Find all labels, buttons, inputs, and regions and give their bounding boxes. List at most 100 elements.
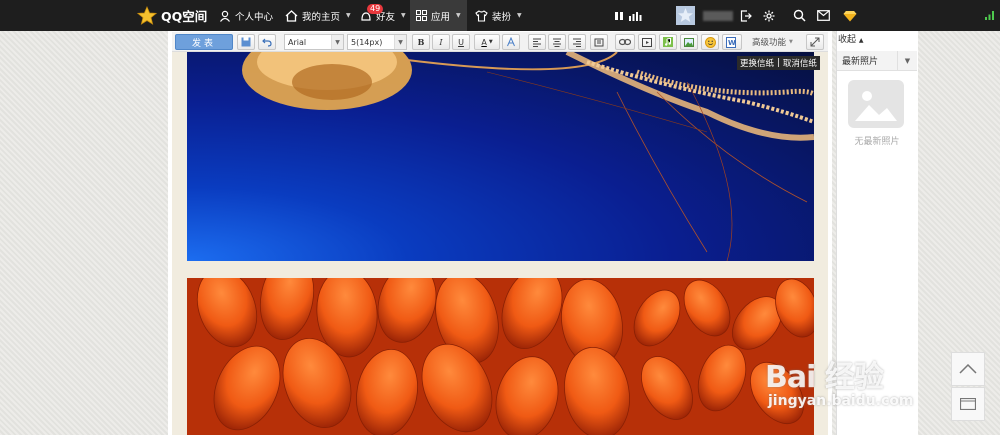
save-draft-button[interactable] bbox=[237, 34, 255, 50]
baidu-jingyan-watermark: Bai 经验 bbox=[765, 360, 884, 395]
font-family-value: Arial bbox=[288, 37, 307, 47]
chevron-up-icon bbox=[959, 364, 977, 374]
chevron-down-icon: ▼ bbox=[456, 12, 461, 19]
chevron-down-icon: ▼ bbox=[346, 12, 351, 19]
image-icon bbox=[684, 37, 694, 47]
home-icon bbox=[285, 9, 298, 22]
chevron-down-icon: ▼ bbox=[789, 39, 793, 45]
nav-label: 个人中心 bbox=[235, 11, 274, 23]
nav-apps[interactable]: 应用 ▼ bbox=[410, 0, 467, 31]
feedback-button[interactable] bbox=[951, 387, 985, 421]
font-color-button[interactable]: A ▼ bbox=[474, 34, 500, 50]
insert-image-button[interactable] bbox=[680, 34, 698, 50]
advanced-label: 高级功能 bbox=[752, 38, 787, 48]
caret-up-icon: ▲ bbox=[858, 37, 864, 44]
align-right-button[interactable] bbox=[568, 34, 586, 50]
music-note-icon bbox=[663, 37, 673, 47]
pause-icon bbox=[615, 11, 623, 20]
list-icon bbox=[594, 38, 604, 46]
align-left-button[interactable] bbox=[528, 34, 546, 50]
logo-text: QQ空间 bbox=[161, 9, 208, 24]
nav-decorate[interactable]: 装扮 ▼ bbox=[475, 0, 522, 31]
font-size-value: 5(14px) bbox=[351, 37, 383, 47]
text-effect-button[interactable] bbox=[502, 34, 520, 50]
photo-placeholder-icon bbox=[847, 79, 905, 129]
nav-personal-center[interactable]: 个人中心 bbox=[219, 0, 273, 31]
music-player[interactable] bbox=[614, 0, 642, 31]
window-icon bbox=[960, 398, 976, 410]
collapse-label: 收起 bbox=[838, 35, 857, 45]
chevron-down-icon: ▼ bbox=[897, 51, 917, 71]
advanced-features-dropdown[interactable]: 高级功能 ▼ bbox=[752, 34, 793, 50]
underline-button[interactable]: U bbox=[452, 34, 470, 50]
signal-strength-icon bbox=[985, 0, 994, 31]
video-icon bbox=[642, 37, 652, 47]
undo-icon bbox=[262, 38, 272, 47]
mail-icon bbox=[817, 10, 830, 21]
bold-button[interactable]: B bbox=[412, 34, 430, 50]
search-button[interactable] bbox=[793, 0, 806, 31]
post-button[interactable]: 发表 bbox=[175, 34, 233, 50]
fullscreen-button[interactable] bbox=[806, 34, 824, 50]
change-paper-link[interactable]: 更换信纸 bbox=[740, 57, 774, 69]
yellow-diamond-icon bbox=[843, 10, 857, 21]
insert-video-button[interactable] bbox=[638, 34, 656, 50]
font-family-select[interactable]: Arial ▼ bbox=[284, 34, 344, 50]
align-left-icon bbox=[533, 38, 541, 47]
insert-link-button[interactable] bbox=[615, 34, 635, 50]
font-color-label: A bbox=[481, 37, 487, 47]
svg-text:W: W bbox=[728, 39, 736, 47]
equalizer-icon bbox=[629, 11, 642, 21]
chevron-down-icon: ▼ bbox=[517, 12, 522, 19]
star-logo-icon bbox=[137, 5, 157, 25]
chevron-down-icon: ▼ bbox=[401, 12, 406, 19]
cancel-paper-link[interactable]: 取消信纸 bbox=[783, 57, 817, 69]
top-navigation-bar: QQ空间 个人中心 我的主页 ▼ 好友 ▼ 49 应用 ▼ 装扮 ▼ bbox=[0, 0, 1000, 31]
username-blurred bbox=[703, 0, 733, 31]
vip-button[interactable] bbox=[843, 0, 857, 31]
link-icon bbox=[619, 38, 631, 46]
nav-label: 应用 bbox=[431, 11, 451, 23]
nav-my-homepage[interactable]: 我的主页 ▼ bbox=[285, 0, 351, 31]
smiley-icon bbox=[704, 36, 716, 48]
nav-friends[interactable]: 好友 ▼ bbox=[360, 0, 406, 31]
italic-button[interactable]: I bbox=[432, 34, 450, 50]
back-to-top-button[interactable] bbox=[951, 352, 985, 386]
align-center-button[interactable] bbox=[548, 34, 566, 50]
jellyfish-image bbox=[187, 52, 814, 261]
font-size-select[interactable]: 5(14px) ▼ bbox=[347, 34, 407, 50]
qzone-logo[interactable]: QQ空间 bbox=[137, 0, 207, 31]
chevron-down-icon: ▼ bbox=[488, 39, 493, 45]
word-doc-icon: W bbox=[726, 36, 736, 48]
undo-button[interactable] bbox=[258, 34, 276, 50]
apps-grid-icon bbox=[416, 10, 427, 21]
collapse-button[interactable]: 收起 ▲ bbox=[838, 32, 864, 45]
search-icon bbox=[793, 9, 806, 22]
user-icon bbox=[220, 10, 230, 22]
gear-icon bbox=[763, 10, 775, 21]
nav-label: 装扮 bbox=[492, 11, 512, 23]
no-photos-label: 无最新照片 bbox=[854, 137, 900, 147]
align-center-icon bbox=[553, 38, 561, 47]
avatar-star-icon bbox=[676, 6, 695, 25]
chevron-down-icon: ▼ bbox=[394, 35, 406, 49]
latest-photos-label: 最新照片 bbox=[842, 57, 879, 67]
separator: | bbox=[777, 58, 780, 68]
friends-notification-badge: 49 bbox=[367, 4, 384, 14]
save-icon bbox=[241, 37, 251, 47]
latest-photos-select[interactable]: 最新照片 ▼ bbox=[837, 51, 917, 71]
outline-a-icon bbox=[507, 37, 515, 47]
shirt-icon bbox=[475, 9, 488, 22]
list-button[interactable] bbox=[590, 34, 608, 50]
chevron-down-icon: ▼ bbox=[331, 35, 343, 49]
messages-button[interactable] bbox=[817, 0, 830, 31]
letter-paper-tip: 更换信纸 | 取消信纸 bbox=[737, 56, 820, 70]
insert-emoji-button[interactable] bbox=[701, 34, 719, 50]
align-right-icon bbox=[573, 38, 581, 47]
avatar[interactable] bbox=[676, 0, 695, 31]
logout-icon bbox=[740, 9, 752, 22]
logout-icon-button[interactable] bbox=[740, 0, 752, 31]
insert-music-button[interactable] bbox=[659, 34, 677, 50]
insert-doc-button[interactable]: W bbox=[722, 34, 742, 50]
settings-button[interactable] bbox=[763, 0, 775, 31]
